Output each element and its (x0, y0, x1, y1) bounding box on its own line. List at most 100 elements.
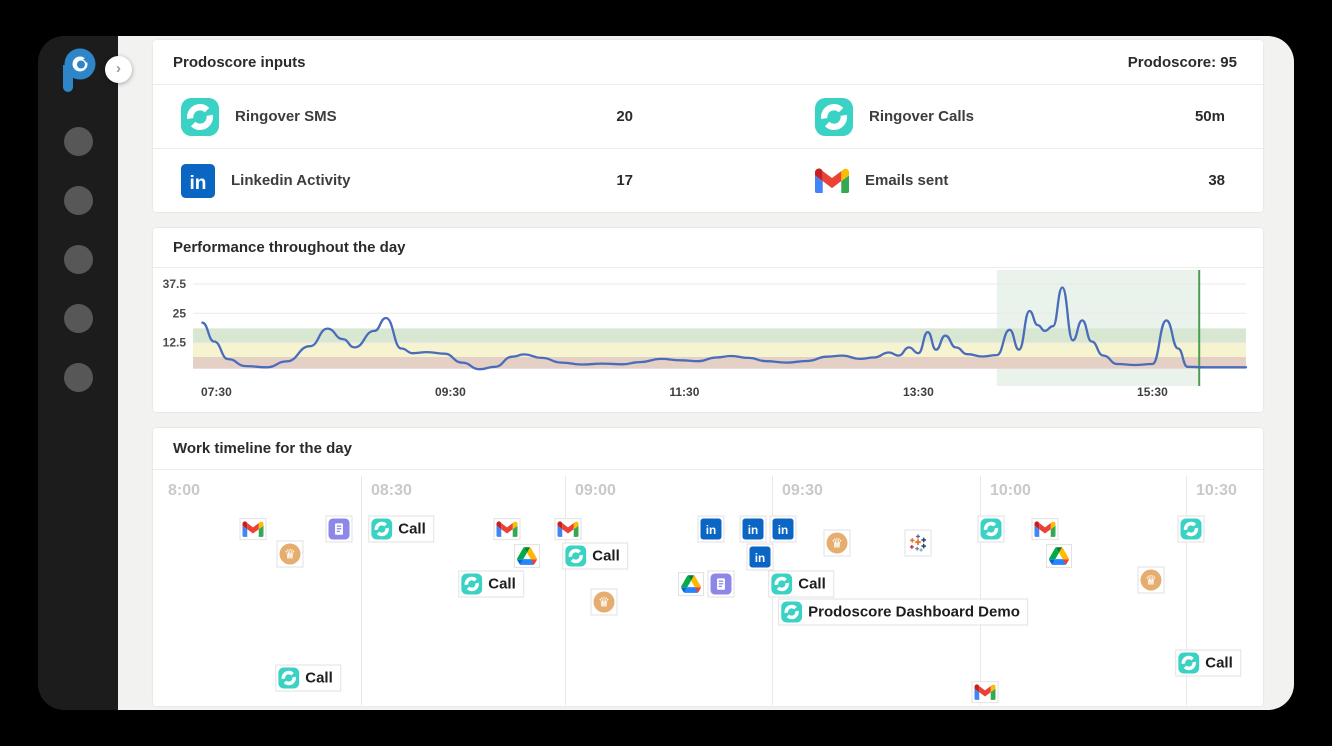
ringover-event-chip[interactable] (1178, 516, 1205, 543)
gmail-icon (497, 521, 518, 537)
gmail-icon (975, 684, 996, 700)
ringover-event-chip[interactable] (978, 516, 1005, 543)
sidebar-nav-item-4[interactable] (64, 304, 93, 333)
performance-card-title: Performance throughout the day (173, 239, 406, 256)
drive-event-chip[interactable] (678, 572, 704, 596)
crown-event-chip[interactable]: ♛ (1138, 567, 1165, 594)
event-chip-label: Call (392, 519, 431, 540)
sidebar-nav-item-3[interactable] (64, 245, 93, 274)
call-event-chip[interactable]: Call (562, 543, 628, 570)
input-value: 17 (616, 172, 633, 189)
svg-text:in: in (190, 172, 207, 193)
svg-text:15:30: 15:30 (1137, 385, 1168, 399)
linkedin-icon: in (701, 519, 722, 540)
input-label: Emails sent (865, 172, 1192, 189)
gmail-icon (1035, 521, 1056, 537)
input-value: 38 (1208, 172, 1225, 189)
call-event-chip[interactable]: Call (275, 665, 341, 692)
drive-event-chip[interactable] (1046, 544, 1072, 568)
crown-event-chip[interactable]: ♛ (591, 589, 618, 616)
main-content: Prodoscore inputs Prodoscore: 95 Ringove… (118, 36, 1294, 710)
timeline-time-label: 10:00 (990, 482, 1031, 500)
sidebar-nav-item-1[interactable] (64, 127, 93, 156)
svg-text:in: in (748, 523, 758, 537)
timeline-card-title: Work timeline for the day (173, 440, 352, 457)
timeline-column-divider (980, 476, 981, 705)
svg-text:37.5: 37.5 (163, 277, 187, 291)
timeline-column-divider (361, 476, 362, 705)
call-event-chip[interactable]: Call (458, 571, 524, 598)
event-chip-label: Call (1199, 653, 1238, 674)
linkedin-event-chip[interactable]: in (698, 516, 725, 543)
linkedin-event-chip[interactable]: in (770, 516, 797, 543)
performance-chart: 12.52537.507:3009:3011:3013:3015:30 (153, 268, 1263, 412)
chevron-right-icon: › (116, 60, 121, 77)
gmail-event-chip[interactable] (240, 518, 267, 540)
linkedin-event-chip[interactable]: in (740, 516, 767, 543)
purpledoc-icon (711, 574, 732, 595)
input-ringover-sms: Ringover SMS 20 (153, 85, 708, 148)
svg-text:in: in (755, 551, 765, 565)
timeline-time-label: 10:30 (1196, 482, 1237, 500)
call-event-chip[interactable]: Call (768, 571, 834, 598)
meeting-event-chip[interactable]: Prodoscore Dashboard Demo (778, 599, 1028, 626)
input-value: 50m (1195, 108, 1225, 125)
linkedin-icon: in (181, 164, 215, 198)
inputs-card-title: Prodoscore inputs (173, 54, 306, 71)
tableau-event-chip[interactable] (905, 530, 932, 557)
gmail-event-chip[interactable] (555, 518, 582, 540)
ringover-icon (771, 574, 792, 595)
linkedin-event-chip[interactable]: in (747, 544, 774, 571)
prodoscore-inputs-card: Prodoscore inputs Prodoscore: 95 Ringove… (153, 40, 1263, 212)
svg-text:13:30: 13:30 (903, 385, 934, 399)
event-chip-label: Call (792, 574, 831, 595)
gmail-icon (243, 521, 264, 537)
gmail-event-chip[interactable] (972, 681, 999, 703)
svg-text:11:30: 11:30 (669, 385, 699, 399)
input-value: 20 (616, 108, 633, 125)
input-emails-sent: Emails sent 38 (708, 149, 1263, 212)
timeline-time-label: 08:30 (371, 482, 412, 500)
ringover-icon (371, 519, 392, 540)
svg-text:07:30: 07:30 (201, 385, 232, 399)
ringover-icon (181, 98, 219, 136)
performance-chart-svg: 12.52537.507:3009:3011:3013:3015:30 (153, 268, 1263, 409)
crown-icon: ♛ (594, 592, 615, 613)
crown-icon: ♛ (827, 533, 848, 554)
gmail-event-chip[interactable] (1032, 518, 1059, 540)
call-event-chip[interactable]: Call (1175, 650, 1241, 677)
input-ringover-calls: Ringover Calls 50m (708, 85, 1263, 148)
input-label: Ringover SMS (235, 108, 600, 125)
inputs-row-2: in Linkedin Activity 17 Emails sent 38 (153, 149, 1263, 212)
crown-event-chip[interactable]: ♛ (824, 530, 851, 557)
crown-icon: ♛ (1141, 570, 1162, 591)
gmail-icon (558, 521, 579, 537)
drive-icon (681, 575, 701, 593)
input-linkedin-activity: in Linkedin Activity 17 (153, 149, 708, 212)
svg-text:12.5: 12.5 (163, 336, 187, 350)
gmail-event-chip[interactable] (494, 518, 521, 540)
timeline-time-label: 09:00 (575, 482, 616, 500)
sidebar-collapse-button[interactable]: › (105, 56, 132, 83)
purpledoc-event-chip[interactable] (708, 571, 735, 598)
timeline-column-divider (565, 476, 566, 705)
sidebar-nav-item-2[interactable] (64, 186, 93, 215)
event-chip-label: Call (299, 668, 338, 689)
ringover-icon (1181, 519, 1202, 540)
crown-icon: ♛ (280, 544, 301, 565)
drive-event-chip[interactable] (514, 544, 540, 568)
ringover-icon (981, 519, 1002, 540)
svg-text:in: in (778, 523, 788, 537)
ringover-icon (1178, 653, 1199, 674)
purpledoc-event-chip[interactable] (326, 516, 353, 543)
ringover-icon (278, 668, 299, 689)
inputs-row-1: Ringover SMS 20 Ringover Calls 50m (153, 85, 1263, 149)
call-event-chip[interactable]: Call (368, 516, 434, 543)
prodoscore-logo (56, 45, 100, 95)
svg-text:09:30: 09:30 (435, 385, 466, 399)
sidebar-nav-item-5[interactable] (64, 363, 93, 392)
gmail-icon (815, 168, 849, 194)
ringover-icon (565, 546, 586, 567)
crown-event-chip[interactable]: ♛ (277, 541, 304, 568)
tableau-icon (908, 533, 929, 554)
